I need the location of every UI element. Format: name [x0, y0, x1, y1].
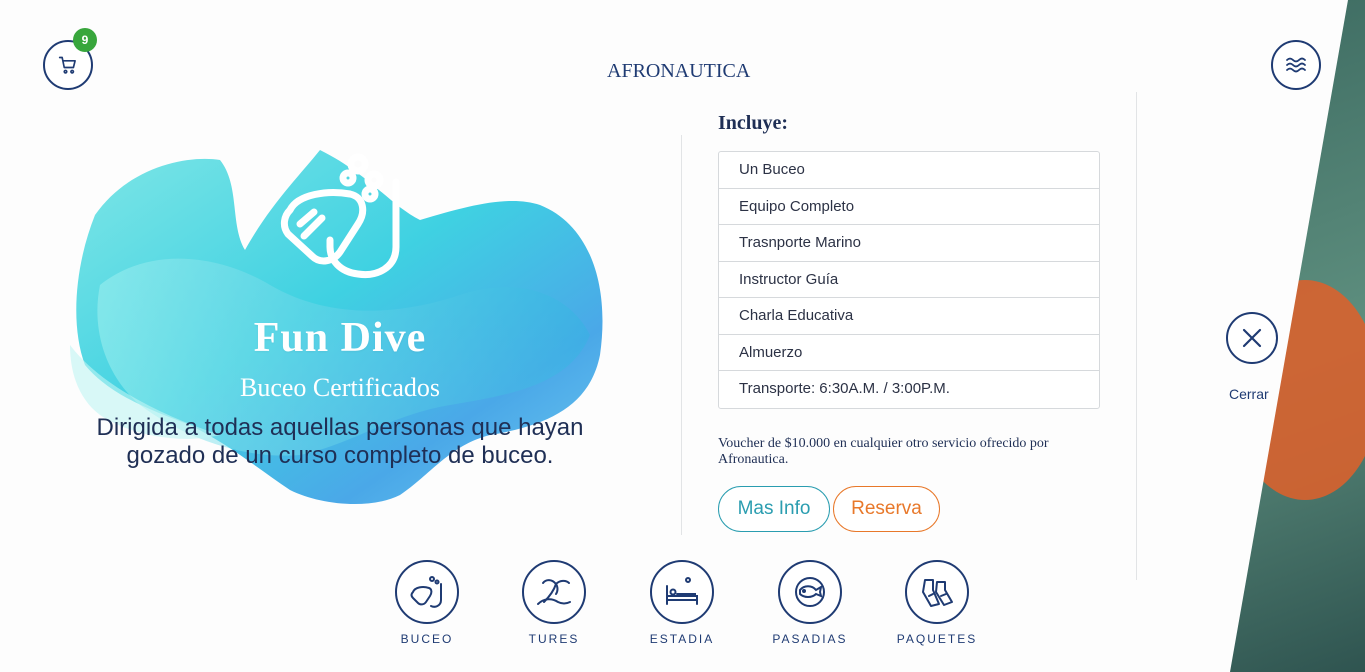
close-button[interactable] [1226, 312, 1278, 364]
list-item: Almuerzo [719, 335, 1099, 371]
cart-count-badge: 9 [73, 28, 97, 52]
palm-tree-icon [537, 579, 571, 605]
more-info-button[interactable]: Mas Info [718, 486, 830, 532]
product-title: Fun Dive [253, 315, 427, 361]
nav-paquetes[interactable]: PAQUETES [892, 560, 982, 646]
logo[interactable]: AFRONAUTICA [607, 60, 750, 83]
diving-mask-icon [280, 153, 400, 279]
list-item: Trasnporte Marino [719, 225, 1099, 262]
list-item: Transporte: 6:30A.M. / 3:00P.M. [739, 380, 950, 397]
divider [681, 135, 682, 535]
nav-icon-circle [905, 560, 969, 624]
reserve-button[interactable]: Reserva [833, 486, 940, 532]
nav-icon-circle [778, 560, 842, 624]
product-description: Dirigida a todas aquellas personas que h… [96, 414, 584, 469]
list-item: Instructor Guía [719, 262, 1099, 298]
nav-pasadias[interactable]: PASADIAS [765, 560, 855, 646]
list-item: Equipo Completo [719, 189, 1099, 225]
nav-tures[interactable]: TURES [509, 560, 599, 646]
fins-icon [922, 579, 953, 607]
diving-mask-icon [410, 576, 442, 608]
list-item: Charla Educativa [719, 298, 1099, 335]
voucher-text: Voucher de $10.000 en cualquier otro ser… [718, 436, 1049, 467]
fish-icon [795, 577, 825, 607]
nav-icon-circle [395, 560, 459, 624]
nav-label: ESTADIA [649, 632, 715, 646]
menu-button[interactable] [1271, 40, 1321, 90]
bed-icon [666, 577, 698, 605]
cart-icon [58, 56, 76, 74]
nav-icon-circle [650, 560, 714, 624]
list-item: Un Buceo [719, 152, 1099, 189]
nav-label: PASADIAS [772, 632, 848, 646]
product-subtitle: Buceo Certificados [240, 373, 440, 402]
nav-label: TURES [528, 632, 580, 646]
close-icon [1242, 328, 1262, 348]
nav-buceo[interactable]: BUCEO [382, 560, 472, 646]
waves-menu-icon [1286, 57, 1306, 73]
includes-heading: Incluye: [718, 112, 788, 134]
nav-label: PAQUETES [896, 632, 978, 646]
divider [1136, 92, 1137, 580]
nav-icon-circle [522, 560, 586, 624]
includes-list: Un Buceo Equipo Completo Trasnporte Mari… [718, 151, 1100, 409]
close-label: Cerrar [1229, 386, 1269, 402]
nav-label: BUCEO [400, 632, 454, 646]
nav-estadia[interactable]: ESTADIA [637, 560, 727, 646]
